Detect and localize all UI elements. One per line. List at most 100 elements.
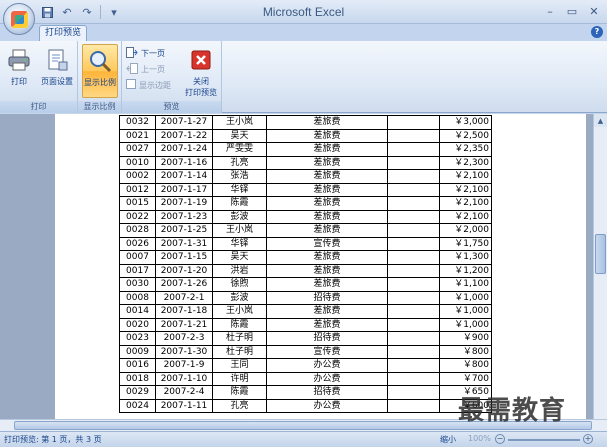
cell-category: 宣传费 bbox=[266, 236, 388, 251]
ribbon-group-label-preview: 预览 bbox=[122, 101, 221, 113]
cell-blank bbox=[387, 155, 440, 170]
cell-date: 2007-1-25 bbox=[155, 223, 213, 238]
cell-blank bbox=[387, 317, 440, 332]
cell-category: 差旅费 bbox=[266, 223, 388, 238]
show-margins-label: 显示边距 bbox=[139, 80, 171, 90]
cell-category: 宣传费 bbox=[266, 344, 388, 359]
zoom-minus-icon[interactable]: − bbox=[495, 434, 505, 444]
ribbon-group-zoom: 显示比例 显示比例 bbox=[78, 41, 122, 113]
table-row: 0018 2007-1-10 许明 办公费 ￥700 bbox=[119, 371, 492, 386]
table-row: 0022 2007-1-23 彭波 差旅费 ￥2,100 bbox=[119, 209, 492, 224]
expense-table-body: 0032 2007-1-27 王小岚 差旅费 ￥3,000 0021 2007-1-22 吴天… bbox=[119, 115, 492, 413]
tab-print-preview[interactable]: 打印预览 bbox=[39, 25, 87, 41]
cell-blank bbox=[387, 169, 440, 184]
ribbon-tab-row: 打印预览 ? bbox=[0, 24, 607, 41]
page-setup-icon bbox=[43, 46, 71, 74]
cell-id: 0017 bbox=[119, 263, 156, 278]
cell-name: 王小岚 bbox=[212, 304, 267, 319]
table-row: 0029 2007-2-4 陈霞 招待费 ￥650 bbox=[119, 385, 492, 400]
zoom-plus-icon[interactable]: + bbox=[583, 434, 593, 444]
next-page-button[interactable]: 下一页 bbox=[126, 46, 165, 60]
minimize-button[interactable]: – bbox=[539, 2, 561, 20]
cell-id: 0027 bbox=[119, 142, 156, 157]
table-row: 0023 2007-2-3 杜子明 招待费 ￥900 bbox=[119, 331, 492, 346]
cell-id: 0002 bbox=[119, 169, 156, 184]
cell-category: 差旅费 bbox=[266, 182, 388, 197]
cell-category: 差旅费 bbox=[266, 115, 388, 130]
cell-date: 2007-1-10 bbox=[155, 371, 213, 386]
vertical-scrollbar[interactable]: ▲ bbox=[593, 114, 607, 419]
page-setup-button-label: 页面设置 bbox=[41, 77, 73, 86]
table-row: 0015 2007-1-19 陈霞 差旅费 ￥2,100 bbox=[119, 196, 492, 211]
show-margins-checkbox[interactable]: 显示边距 bbox=[126, 78, 171, 92]
cell-date: 2007-1-16 bbox=[155, 155, 213, 170]
cell-category: 差旅费 bbox=[266, 209, 388, 224]
cell-amount: ￥1,750 bbox=[439, 236, 492, 251]
cell-amount: ￥1,100 bbox=[439, 277, 492, 292]
cell-blank bbox=[387, 196, 440, 211]
cell-name: 陈霞 bbox=[212, 317, 267, 332]
cell-name: 杜子明 bbox=[212, 331, 267, 346]
previous-page-button[interactable]: 上一页 bbox=[126, 62, 165, 76]
vertical-scroll-thumb[interactable] bbox=[595, 234, 606, 274]
zoom-out-label[interactable]: 缩小 bbox=[440, 434, 456, 445]
cell-amount: ￥1,300 bbox=[439, 250, 492, 265]
restore-button[interactable]: ▭ bbox=[561, 2, 583, 20]
cell-name: 彭波 bbox=[212, 209, 267, 224]
print-button-label: 打印 bbox=[11, 77, 27, 86]
cell-amount: ￥800 bbox=[439, 344, 492, 359]
previous-page-icon bbox=[126, 62, 138, 76]
cell-date: 2007-1-15 bbox=[155, 250, 213, 265]
table-row: 0032 2007-1-27 王小岚 差旅费 ￥3,000 bbox=[119, 115, 492, 130]
zoom-button[interactable]: 显示比例 bbox=[82, 44, 118, 98]
close-print-preview-button[interactable]: 关闭 打印预览 bbox=[182, 44, 220, 98]
help-icon[interactable]: ? bbox=[591, 26, 603, 38]
cell-blank bbox=[387, 358, 440, 373]
cell-amount: ￥2,350 bbox=[439, 142, 492, 157]
cell-category: 差旅费 bbox=[266, 169, 388, 184]
cell-blank bbox=[387, 128, 440, 143]
cell-date: 2007-1-14 bbox=[155, 169, 213, 184]
cell-blank bbox=[387, 304, 440, 319]
cell-id: 0022 bbox=[119, 209, 156, 224]
cell-id: 0016 bbox=[119, 358, 156, 373]
print-button[interactable]: 打印 bbox=[2, 44, 36, 98]
cell-name: 华铎 bbox=[212, 182, 267, 197]
cell-id: 0007 bbox=[119, 250, 156, 265]
cell-category: 差旅费 bbox=[266, 317, 388, 332]
cell-category: 差旅费 bbox=[266, 250, 388, 265]
cell-name: 孔亮 bbox=[212, 155, 267, 170]
cell-id: 0023 bbox=[119, 331, 156, 346]
zoom-percent: 100% bbox=[468, 434, 491, 443]
cell-date: 2007-1-17 bbox=[155, 182, 213, 197]
cell-name: 孔亮 bbox=[212, 398, 267, 413]
title-bar: ↶ ↷ ▾ Microsoft Excel – ▭ ✕ bbox=[0, 0, 607, 24]
next-page-label: 下一页 bbox=[141, 48, 165, 58]
close-window-button[interactable]: ✕ bbox=[583, 2, 605, 20]
table-row: 0017 2007-1-20 洪岩 差旅费 ￥1,200 bbox=[119, 263, 492, 278]
page-setup-button[interactable]: 页面设置 bbox=[38, 44, 76, 98]
ribbon-group-print: 打印 页面设置 打印 bbox=[0, 41, 78, 113]
cell-blank bbox=[387, 385, 440, 400]
cell-date: 2007-1-23 bbox=[155, 209, 213, 224]
cell-name: 洪岩 bbox=[212, 263, 267, 278]
cell-blank bbox=[387, 344, 440, 359]
ribbon-group-label-zoom: 显示比例 bbox=[78, 101, 121, 113]
close-preview-label-line2: 打印预览 bbox=[185, 88, 217, 97]
cell-name: 彭波 bbox=[212, 290, 267, 305]
cell-blank bbox=[387, 223, 440, 238]
table-row: 0026 2007-1-31 华铎 宣传费 ￥1,750 bbox=[119, 236, 492, 251]
cell-category: 招待费 bbox=[266, 385, 388, 400]
cell-name: 许明 bbox=[212, 371, 267, 386]
cell-blank bbox=[387, 209, 440, 224]
cell-category: 差旅费 bbox=[266, 277, 388, 292]
magnifier-icon bbox=[86, 47, 114, 75]
window-title: Microsoft Excel bbox=[262, 5, 345, 19]
scroll-up-icon[interactable]: ▲ bbox=[594, 114, 607, 127]
cell-amount: ￥1,000 bbox=[439, 290, 492, 305]
zoom-slider[interactable] bbox=[508, 439, 580, 441]
cell-name: 王小岚 bbox=[212, 115, 267, 130]
office-button[interactable] bbox=[3, 3, 35, 35]
zoom-button-label: 显示比例 bbox=[84, 78, 116, 87]
cell-date: 2007-1-19 bbox=[155, 196, 213, 211]
